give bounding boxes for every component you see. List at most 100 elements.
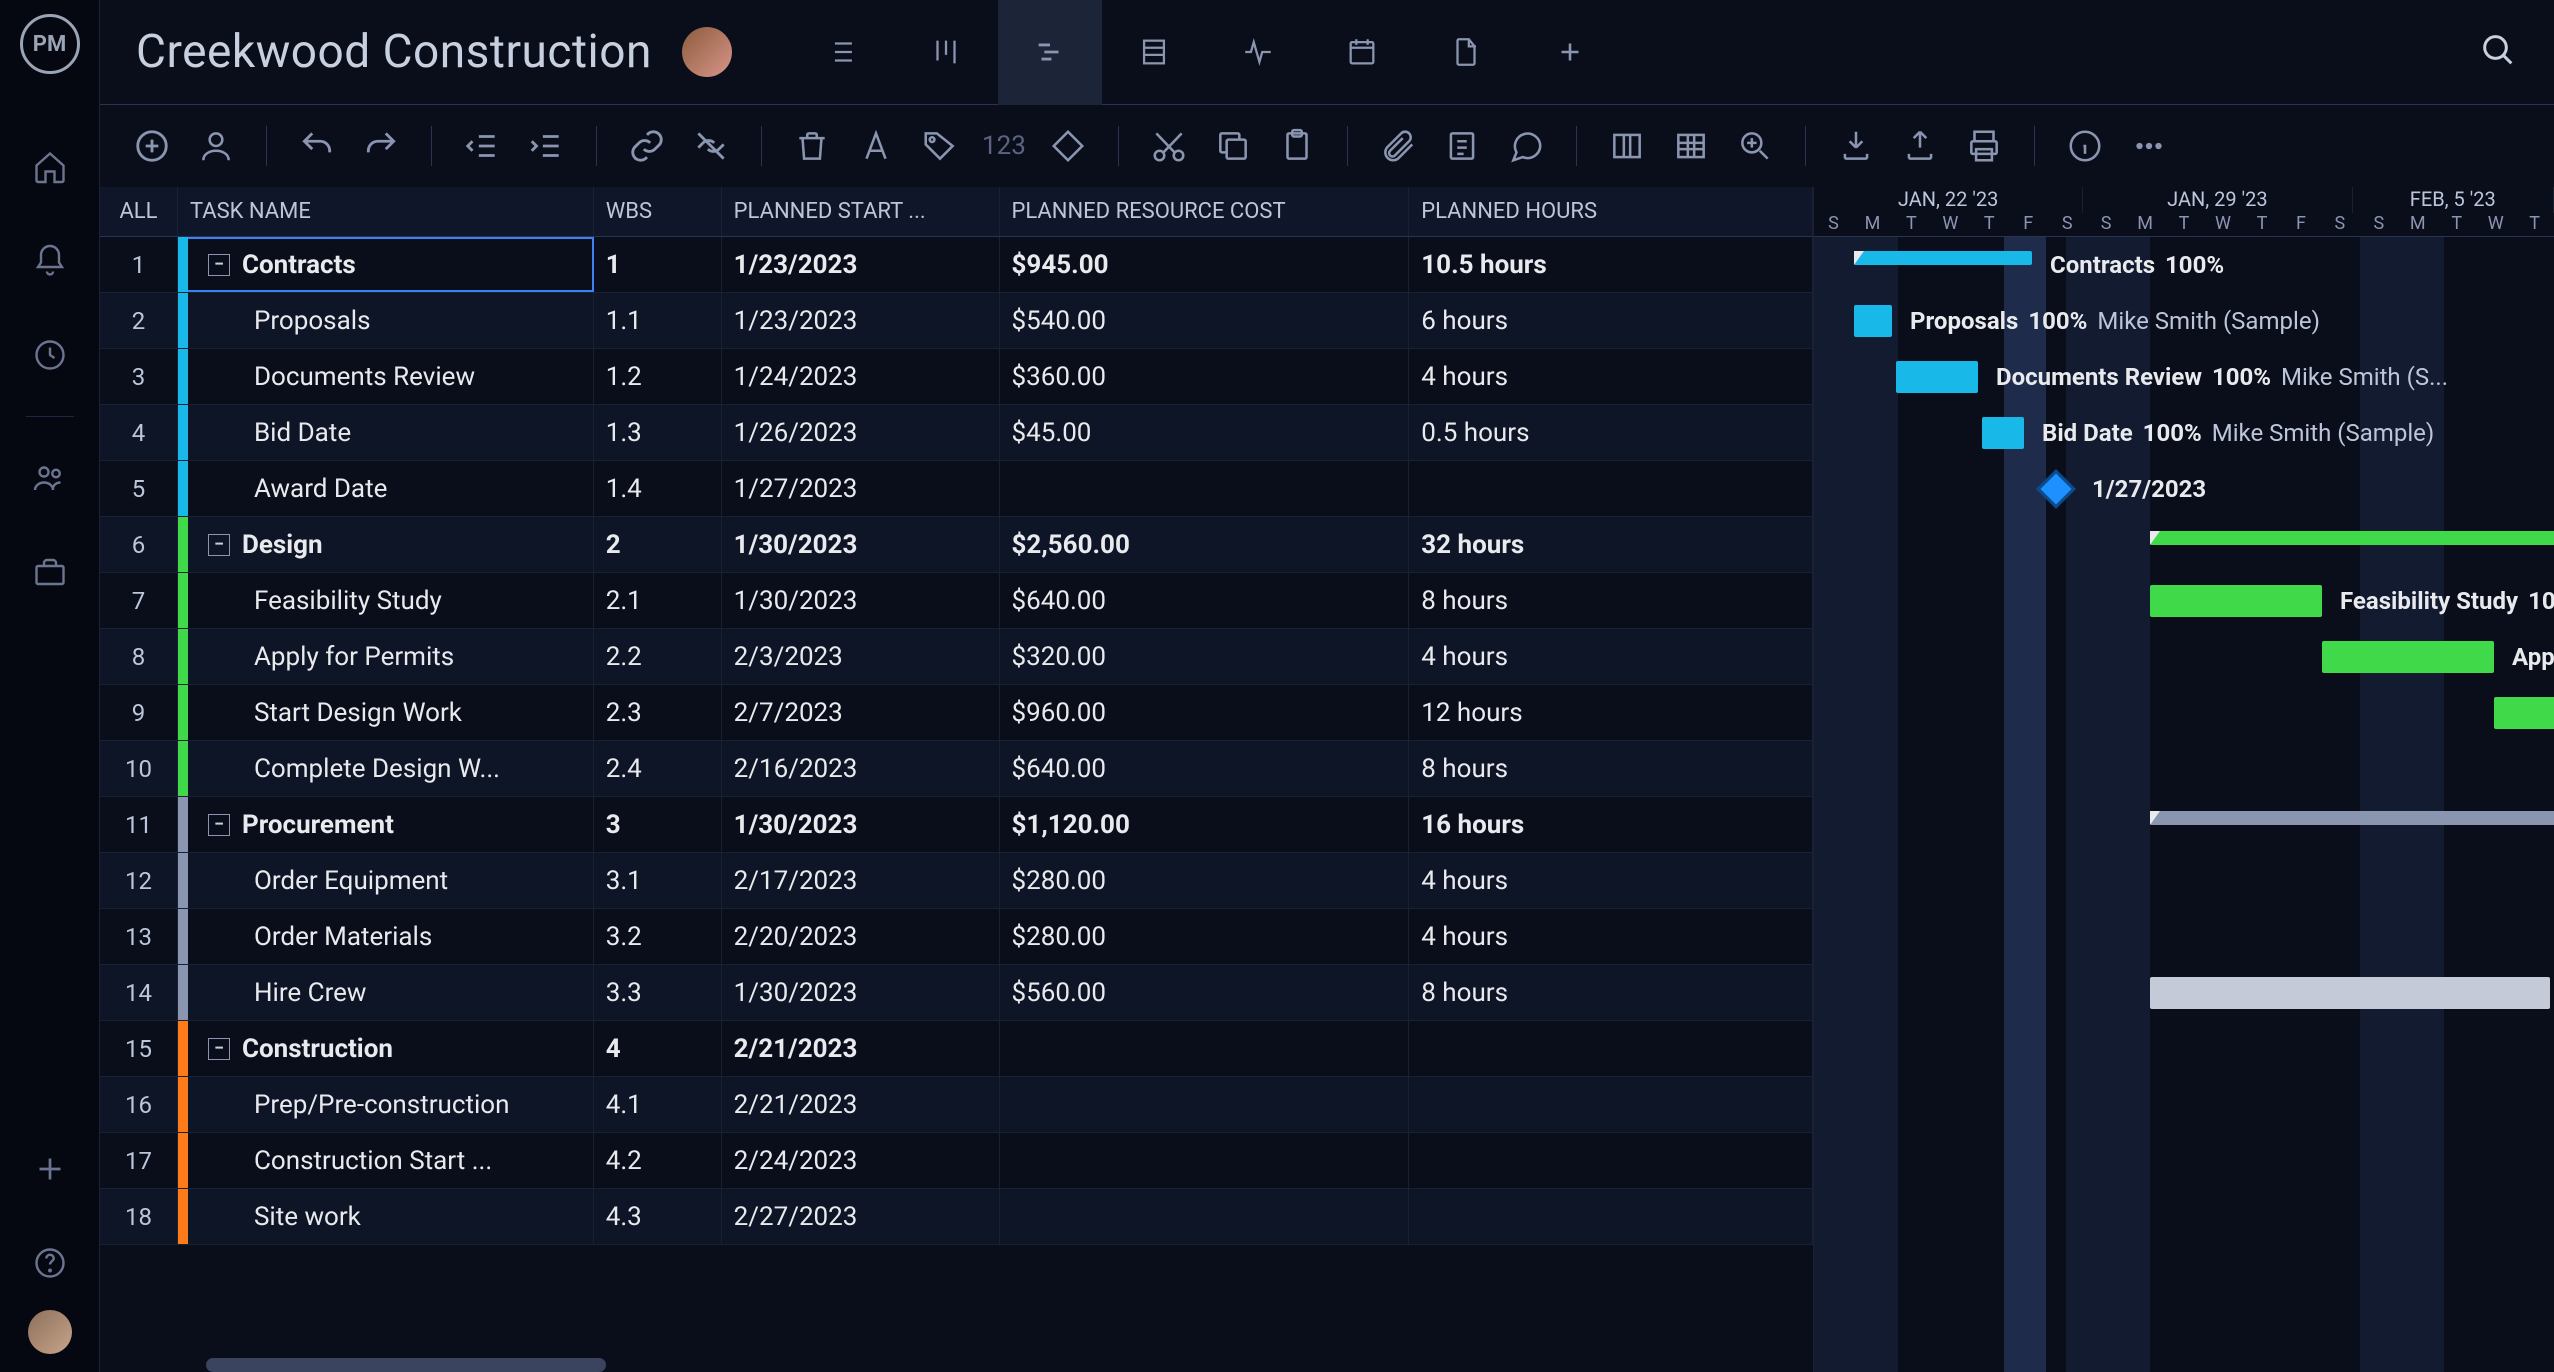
table-row[interactable]: 5Award Date1.41/27/2023: [100, 461, 1813, 517]
view-activity-icon[interactable]: [1206, 0, 1310, 105]
task-name-cell[interactable]: −Procurement: [178, 797, 594, 852]
table-row[interactable]: 14Hire Crew3.31/30/2023$560.008 hours: [100, 965, 1813, 1021]
table-row[interactable]: 3Documents Review1.21/24/2023$360.004 ho…: [100, 349, 1813, 405]
wbs-cell[interactable]: 4: [594, 1021, 722, 1076]
view-add-icon[interactable]: [1518, 0, 1622, 105]
gantt-body[interactable]: Contracts 100%Proposals 100% Mike Smith …: [1814, 237, 2554, 1372]
gantt-task-bar[interactable]: [2494, 697, 2554, 729]
wbs-cell[interactable]: 2.1: [594, 573, 722, 628]
table-row[interactable]: 7Feasibility Study2.11/30/2023$640.008 h…: [100, 573, 1813, 629]
add-task-icon[interactable]: [130, 124, 174, 168]
search-icon[interactable]: [2478, 30, 2518, 74]
task-name-cell[interactable]: Documents Review: [178, 349, 594, 404]
info-icon[interactable]: [2063, 124, 2107, 168]
cost-cell[interactable]: $960.00: [1000, 685, 1410, 740]
gantt-summary-bar[interactable]: [2150, 811, 2554, 825]
horizontal-scrollbar[interactable]: [206, 1358, 606, 1372]
col-wbs[interactable]: WBS: [594, 187, 722, 236]
table-row[interactable]: 18Site work4.32/27/2023: [100, 1189, 1813, 1245]
wbs-cell[interactable]: 4.3: [594, 1189, 722, 1244]
hours-cell[interactable]: 32 hours: [1409, 517, 1813, 572]
unlink-icon[interactable]: [689, 124, 733, 168]
col-hours[interactable]: PLANNED HOURS: [1409, 187, 1813, 236]
start-cell[interactable]: 1/23/2023: [722, 293, 1000, 348]
gantt-task-bar[interactable]: [1896, 361, 1978, 393]
task-name-cell[interactable]: −Design: [178, 517, 594, 572]
more-icon[interactable]: [2127, 124, 2171, 168]
hours-cell[interactable]: 10.5 hours: [1409, 237, 1813, 292]
hours-cell[interactable]: [1409, 1021, 1813, 1076]
gantt-summary-bar[interactable]: [1854, 251, 2032, 265]
start-cell[interactable]: 2/7/2023: [722, 685, 1000, 740]
text-style-icon[interactable]: [854, 124, 898, 168]
people-icon[interactable]: [31, 459, 69, 497]
attach-icon[interactable]: [1376, 124, 1420, 168]
task-name-cell[interactable]: Award Date: [178, 461, 594, 516]
start-cell[interactable]: 1/24/2023: [722, 349, 1000, 404]
start-cell[interactable]: 1/23/2023: [722, 237, 1000, 292]
cost-cell[interactable]: [1000, 1021, 1410, 1076]
gantt-task-bar[interactable]: [1982, 417, 2024, 449]
task-name-cell[interactable]: Proposals: [178, 293, 594, 348]
project-avatar[interactable]: [682, 27, 732, 77]
table-row[interactable]: 9Start Design Work2.32/7/2023$960.0012 h…: [100, 685, 1813, 741]
import-icon[interactable]: [1834, 124, 1878, 168]
wbs-cell[interactable]: 1: [594, 237, 722, 292]
table-row[interactable]: 17Construction Start ...4.22/24/2023: [100, 1133, 1813, 1189]
cost-cell[interactable]: $1,120.00: [1000, 797, 1410, 852]
cost-cell[interactable]: [1000, 1189, 1410, 1244]
paste-icon[interactable]: [1275, 124, 1319, 168]
task-name-cell[interactable]: Bid Date: [178, 405, 594, 460]
table-row[interactable]: 16Prep/Pre-construction4.12/21/2023: [100, 1077, 1813, 1133]
start-cell[interactable]: 1/26/2023: [722, 405, 1000, 460]
task-name-cell[interactable]: −Construction: [178, 1021, 594, 1076]
task-name-cell[interactable]: Construction Start ...: [178, 1133, 594, 1188]
hours-cell[interactable]: 4 hours: [1409, 909, 1813, 964]
task-name-cell[interactable]: Prep/Pre-construction: [178, 1077, 594, 1132]
cost-cell[interactable]: $280.00: [1000, 909, 1410, 964]
print-icon[interactable]: [1962, 124, 2006, 168]
cost-cell[interactable]: $2,560.00: [1000, 517, 1410, 572]
collapse-icon[interactable]: −: [208, 534, 230, 556]
app-logo[interactable]: PM: [20, 14, 80, 74]
wbs-cell[interactable]: 2: [594, 517, 722, 572]
home-icon[interactable]: [31, 148, 69, 186]
table-row[interactable]: 6−Design21/30/2023$2,560.0032 hours: [100, 517, 1813, 573]
col-cost[interactable]: PLANNED RESOURCE COST: [1000, 187, 1410, 236]
tag-icon[interactable]: [918, 124, 962, 168]
view-calendar-icon[interactable]: [1310, 0, 1414, 105]
cost-cell[interactable]: [1000, 1133, 1410, 1188]
hours-cell[interactable]: 12 hours: [1409, 685, 1813, 740]
wbs-cell[interactable]: 4.1: [594, 1077, 722, 1132]
col-all[interactable]: ALL: [100, 187, 178, 236]
columns-icon[interactable]: [1605, 124, 1649, 168]
table-row[interactable]: 8Apply for Permits2.22/3/2023$320.004 ho…: [100, 629, 1813, 685]
table-row[interactable]: 4Bid Date1.31/26/2023$45.000.5 hours: [100, 405, 1813, 461]
task-name-cell[interactable]: Apply for Permits: [178, 629, 594, 684]
cut-icon[interactable]: [1147, 124, 1191, 168]
col-name[interactable]: TASK NAME: [178, 187, 594, 236]
comment-icon[interactable]: [1504, 124, 1548, 168]
task-name-cell[interactable]: Feasibility Study: [178, 573, 594, 628]
user-avatar[interactable]: [28, 1310, 72, 1354]
start-cell[interactable]: 2/16/2023: [722, 741, 1000, 796]
undo-icon[interactable]: [295, 124, 339, 168]
outdent-icon[interactable]: [460, 124, 504, 168]
start-cell[interactable]: 2/20/2023: [722, 909, 1000, 964]
collapse-icon[interactable]: −: [208, 814, 230, 836]
start-cell[interactable]: 1/30/2023: [722, 965, 1000, 1020]
start-cell[interactable]: 2/21/2023: [722, 1077, 1000, 1132]
gantt-task-bar[interactable]: [2150, 977, 2550, 1009]
cost-cell[interactable]: $945.00: [1000, 237, 1410, 292]
table-row[interactable]: 15−Construction42/21/2023: [100, 1021, 1813, 1077]
gantt-task-bar[interactable]: [1854, 305, 1892, 337]
task-name-cell[interactable]: Order Materials: [178, 909, 594, 964]
view-sheet-icon[interactable]: [1102, 0, 1206, 105]
wbs-cell[interactable]: 3.1: [594, 853, 722, 908]
delete-icon[interactable]: [790, 124, 834, 168]
view-file-icon[interactable]: [1414, 0, 1518, 105]
wbs-cell[interactable]: 1.3: [594, 405, 722, 460]
hours-cell[interactable]: 4 hours: [1409, 629, 1813, 684]
start-cell[interactable]: 2/27/2023: [722, 1189, 1000, 1244]
view-list-icon[interactable]: [790, 0, 894, 105]
